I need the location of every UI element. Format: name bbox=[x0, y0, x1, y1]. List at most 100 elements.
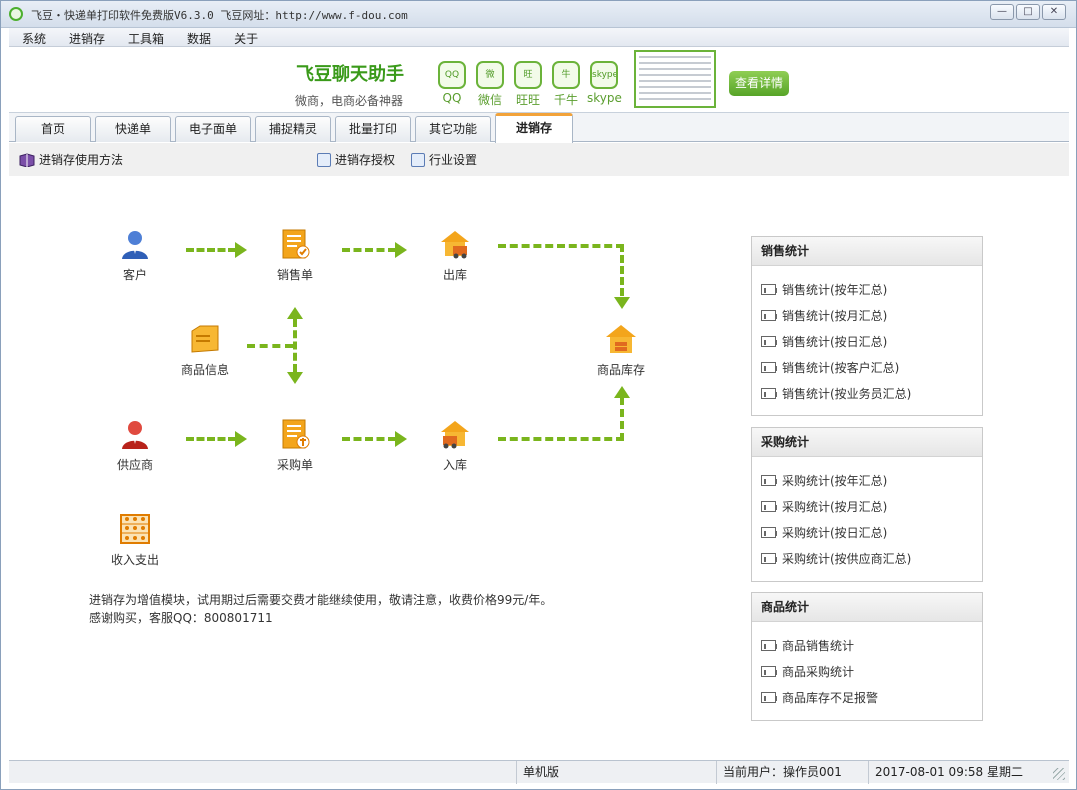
minimize-button[interactable]: — bbox=[990, 4, 1014, 20]
sales-stats-title: 销售统计 bbox=[752, 237, 982, 266]
sales-stats-link[interactable]: 销售统计(按月汇总) bbox=[752, 302, 982, 328]
link-label: 销售统计(按业务员汇总) bbox=[782, 386, 912, 401]
finance-node[interactable]: 收入支出 bbox=[95, 513, 175, 568]
menu-about[interactable]: 关于 bbox=[221, 28, 268, 46]
finance-label: 收入支出 bbox=[110, 553, 159, 567]
app-wechat[interactable]: 微 微信 bbox=[473, 61, 507, 108]
outbound-icon bbox=[441, 231, 469, 259]
menu-inventory[interactable]: 进销存 bbox=[56, 28, 115, 46]
chart-icon bbox=[761, 526, 777, 538]
app-label: QQ bbox=[442, 91, 462, 105]
product-box-icon bbox=[191, 325, 219, 353]
purchase-stats-title: 采购统计 bbox=[752, 428, 982, 457]
wangwang-icon: 旺 bbox=[514, 61, 542, 89]
product-stats-link[interactable]: 商品采购统计 bbox=[752, 658, 982, 684]
chart-icon bbox=[761, 335, 777, 347]
industry-settings-button[interactable]: 行业设置 bbox=[411, 151, 477, 168]
tab-inventory[interactable]: 进销存 bbox=[495, 113, 573, 143]
maximize-button[interactable]: □ bbox=[1016, 4, 1040, 20]
wechat-icon: 微 bbox=[476, 61, 504, 89]
product-info-label: 商品信息 bbox=[180, 363, 229, 377]
purchase-order-node[interactable]: 采购单 bbox=[255, 418, 335, 473]
close-button[interactable]: ✕ bbox=[1042, 4, 1066, 20]
app-label: 旺旺 bbox=[515, 93, 540, 107]
outbound-node[interactable]: 出库 bbox=[415, 228, 495, 283]
link-label: 销售统计(按日汇总) bbox=[782, 334, 888, 349]
arrow-right-icon bbox=[395, 431, 407, 447]
banner-screenshot-image[interactable] bbox=[634, 50, 716, 108]
sales-stats-link[interactable]: 销售统计(按年汇总) bbox=[752, 276, 982, 302]
flow-arrow-line bbox=[498, 244, 624, 248]
arrow-up-icon bbox=[287, 307, 303, 319]
supplier-node[interactable]: 供应商 bbox=[95, 418, 175, 473]
view-details-button[interactable]: 查看详情 bbox=[729, 71, 789, 96]
menu-system[interactable]: 系统 bbox=[9, 28, 56, 46]
tab-eorder[interactable]: 电子面单 bbox=[175, 116, 251, 142]
customer-node[interactable]: 客户 bbox=[95, 228, 175, 283]
sales-stats-link[interactable]: 销售统计(按日汇总) bbox=[752, 328, 982, 354]
app-skype[interactable]: skype skype bbox=[587, 61, 622, 108]
flow-arrow-line bbox=[293, 319, 297, 372]
flow-arrow-line bbox=[342, 437, 396, 441]
title-bar[interactable]: 飞豆・快递单打印软件免费版V6.3.0 飞豆网址：http://www.f-do… bbox=[1, 1, 1076, 28]
inventory-content: 客户 销售单 出库 商品信息 商品库存 供应商 采购单 入库 收入支出 进销存为… bbox=[9, 176, 1069, 760]
sales-stats-link[interactable]: 销售统计(按业务员汇总) bbox=[752, 380, 982, 406]
arrow-down-icon bbox=[614, 297, 630, 309]
app-qianniu[interactable]: 牛 千牛 bbox=[549, 61, 583, 108]
inbound-node[interactable]: 入库 bbox=[415, 418, 495, 473]
purchase-stats-link[interactable]: 采购统计(按供应商汇总) bbox=[752, 545, 982, 571]
sales-order-label: 销售单 bbox=[276, 268, 313, 282]
status-datetime: 2017-08-01 09:58 星期二 bbox=[868, 761, 1048, 784]
menu-toolbox[interactable]: 工具箱 bbox=[115, 28, 174, 46]
purchase-stats-link[interactable]: 采购统计(按年汇总) bbox=[752, 467, 982, 493]
status-user: 当前用户：操作员001 bbox=[716, 761, 868, 784]
product-info-node[interactable]: 商品信息 bbox=[165, 323, 245, 378]
tab-other[interactable]: 其它功能 bbox=[415, 116, 491, 142]
flow-arrow-line bbox=[186, 437, 236, 441]
product-stats-link[interactable]: 商品库存不足报警 bbox=[752, 684, 982, 710]
tab-capture[interactable]: 捕捉精灵 bbox=[255, 116, 331, 142]
purchase-stats-link[interactable]: 采购统计(按日汇总) bbox=[752, 519, 982, 545]
window-title: 飞豆・快递单打印软件免费版V6.3.0 飞豆网址：http://www.f-do… bbox=[31, 9, 408, 22]
chart-icon bbox=[761, 309, 777, 321]
app-wangwang[interactable]: 旺 旺旺 bbox=[511, 61, 545, 108]
menu-data[interactable]: 数据 bbox=[174, 28, 221, 46]
product-stats-link[interactable]: 商品销售统计 bbox=[752, 632, 982, 658]
chart-icon bbox=[761, 500, 777, 512]
skype-icon: skype bbox=[590, 61, 618, 89]
help-button[interactable]: 进销存使用方法 bbox=[19, 151, 123, 168]
link-label: 销售统计(按客户汇总) bbox=[782, 360, 900, 375]
sales-order-node[interactable]: 销售单 bbox=[255, 228, 335, 283]
resize-grip-icon[interactable] bbox=[1053, 768, 1065, 780]
notice-line-1: 进销存为增值模块，试用期过后需要交费才能继续使用，敬请注意，收费价格99元/年。 bbox=[89, 593, 553, 607]
link-label: 采购统计(按月汇总) bbox=[782, 499, 888, 514]
banner-slogan: 微商，电商必备神器 bbox=[295, 94, 404, 108]
chart-icon bbox=[761, 665, 777, 677]
banner-brand[interactable]: 飞豆聊天助手 bbox=[296, 60, 404, 86]
menu-bar: 系统 进销存 工具箱 数据 关于 bbox=[9, 28, 1069, 47]
purchase-order-icon bbox=[282, 419, 310, 449]
window-controls: — □ ✕ bbox=[990, 4, 1066, 20]
link-label: 采购统计(按供应商汇总) bbox=[782, 551, 912, 566]
arrow-right-icon bbox=[395, 242, 407, 258]
abacus-icon bbox=[120, 514, 150, 544]
notice-text: 进销存为增值模块，试用期过后需要交费才能继续使用，敬请注意，收费价格99元/年。… bbox=[89, 591, 552, 627]
link-label: 商品库存不足报警 bbox=[782, 690, 879, 705]
chart-icon bbox=[761, 691, 777, 703]
sales-stats-link[interactable]: 销售统计(按客户汇总) bbox=[752, 354, 982, 380]
tab-express[interactable]: 快递单 bbox=[95, 116, 171, 142]
app-label: skype bbox=[587, 91, 622, 105]
license-button[interactable]: 进销存授权 bbox=[317, 151, 395, 168]
customer-label: 客户 bbox=[122, 268, 147, 282]
ad-banner: 飞豆聊天助手 微商，电商必备神器 QQ QQ 微 微信 旺 旺旺 牛 千牛 sk… bbox=[9, 47, 1069, 113]
chart-icon bbox=[761, 474, 777, 486]
tab-batch-print[interactable]: 批量打印 bbox=[335, 116, 411, 142]
app-qq[interactable]: QQ QQ bbox=[435, 61, 469, 108]
chart-icon bbox=[761, 387, 777, 399]
purchase-stats-link[interactable]: 采购统计(按月汇总) bbox=[752, 493, 982, 519]
flow-arrow-line bbox=[342, 248, 396, 252]
book-icon bbox=[19, 152, 35, 167]
stock-node[interactable]: 商品库存 bbox=[581, 323, 661, 378]
license-label: 进销存授权 bbox=[335, 153, 396, 167]
tab-home[interactable]: 首页 bbox=[15, 116, 91, 142]
